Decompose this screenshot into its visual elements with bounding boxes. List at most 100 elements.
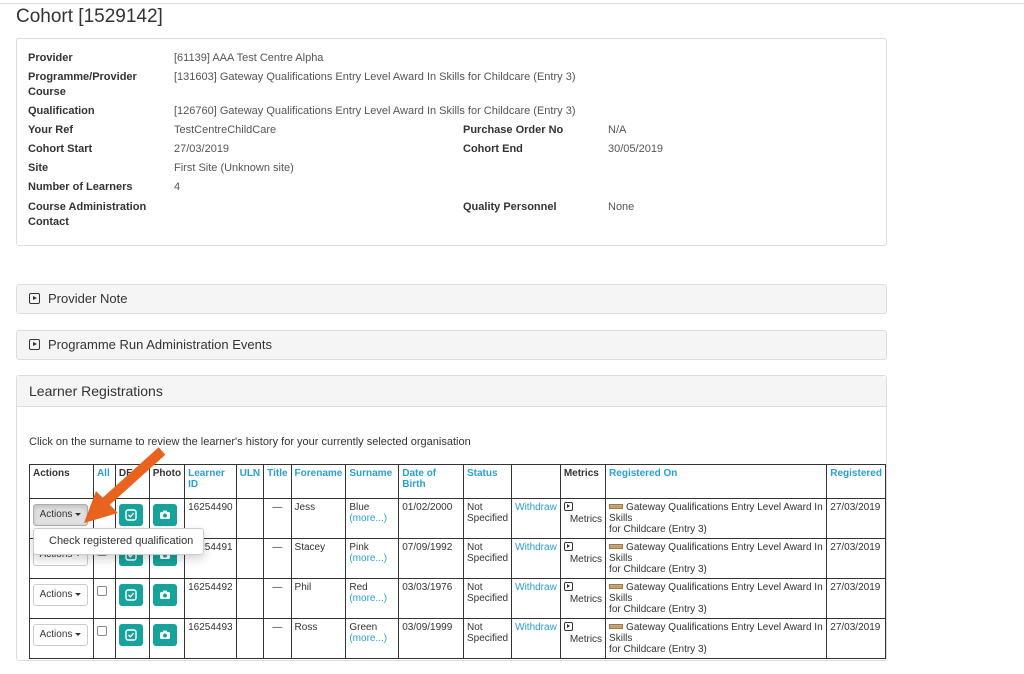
col-uln[interactable]: ULN xyxy=(235,464,265,499)
purchase-order-label: Purchase Order No xyxy=(463,124,564,136)
qualification-value: [126760] Gateway Qualifications Entry Le… xyxy=(174,105,576,117)
withdraw-link[interactable]: Withdraw xyxy=(515,542,557,553)
surname-link[interactable]: Blue xyxy=(349,502,369,513)
status-line2: Specified xyxy=(466,513,509,524)
uln xyxy=(235,618,265,659)
status-line1: Not xyxy=(466,502,483,513)
expand-icon xyxy=(29,293,40,304)
status-line1: Not xyxy=(466,542,483,553)
programme-label: Programme/Provider Course xyxy=(28,70,137,100)
flag-icon xyxy=(609,624,624,629)
data-entry-button[interactable] xyxy=(118,624,143,646)
programme-label-line1: Programme/Provider xyxy=(28,71,137,83)
metrics-icon[interactable] xyxy=(563,542,573,551)
metrics-label[interactable]: Metrics xyxy=(570,554,602,565)
select-cell xyxy=(92,578,116,619)
actions-label: Actions xyxy=(39,589,73,600)
status: Not Specified xyxy=(462,578,513,619)
withdraw-cell: Withdraw xyxy=(511,538,561,579)
title: — xyxy=(263,498,292,539)
more-link[interactable]: (more...) xyxy=(349,553,387,564)
title: — xyxy=(263,538,292,579)
status-line2: Specified xyxy=(466,593,509,604)
cohort-start-value: 27/03/2019 xyxy=(174,143,230,155)
forename: Phil xyxy=(290,578,347,619)
admin-contact-label-line2: Contact xyxy=(28,216,69,228)
provider-note-panel[interactable]: Provider Note xyxy=(16,284,887,314)
check-registered-qualification-item[interactable]: Check registered qualification xyxy=(49,535,193,547)
col-registered[interactable]: Registered xyxy=(826,464,886,499)
row-checkbox[interactable] xyxy=(96,586,107,596)
forename: Jess xyxy=(290,498,347,539)
registered-date: 27/03/2019 xyxy=(826,618,886,659)
registered-on: Gateway Qualifications Entry Level Award… xyxy=(605,578,828,619)
cohort-end-value: 30/05/2019 xyxy=(608,143,664,155)
withdraw-link[interactable]: Withdraw xyxy=(515,582,557,593)
title: — xyxy=(263,618,292,659)
more-link[interactable]: (more...) xyxy=(349,593,387,604)
your-ref-label: Your Ref xyxy=(28,124,74,136)
flag-icon xyxy=(609,544,624,549)
caret-down-icon xyxy=(75,593,82,596)
metrics-icon[interactable] xyxy=(563,582,573,591)
surname-link[interactable]: Red xyxy=(349,582,367,593)
col-registered-on[interactable]: Registered On xyxy=(605,464,828,499)
forename: Stacey xyxy=(290,538,347,579)
col-status[interactable]: Status xyxy=(462,464,513,499)
status: Not Specified xyxy=(462,538,513,579)
date-of-birth: 01/02/2000 xyxy=(398,498,464,539)
metrics-cell: Metrics xyxy=(559,618,607,659)
metrics-label[interactable]: Metrics xyxy=(570,634,602,645)
de-cell xyxy=(114,578,150,619)
expand-icon xyxy=(29,339,40,350)
withdraw-link[interactable]: Withdraw xyxy=(515,622,557,633)
more-link[interactable]: (more...) xyxy=(349,513,387,524)
uln xyxy=(235,498,265,539)
forename: Ross xyxy=(290,618,347,659)
metrics-label[interactable]: Metrics xyxy=(570,514,602,525)
actions-button[interactable]: Actions xyxy=(33,624,88,646)
flag-icon xyxy=(609,584,624,589)
data-entry-button[interactable] xyxy=(118,584,143,606)
surname-link[interactable]: Green xyxy=(349,622,377,633)
uln xyxy=(235,538,265,579)
metrics-icon[interactable] xyxy=(563,622,573,631)
status: Not Specified xyxy=(462,618,513,659)
admin-events-panel[interactable]: Programme Run Administration Events xyxy=(16,330,887,360)
learner-registrations-title: Learner Registrations xyxy=(17,376,886,407)
photo-cell xyxy=(148,578,186,619)
site-label: Site xyxy=(28,162,49,174)
metrics-icon[interactable] xyxy=(563,502,573,511)
registered-date: 27/03/2019 xyxy=(826,578,886,619)
photo-button[interactable] xyxy=(152,624,177,646)
provider-label: Provider xyxy=(28,52,73,64)
surname-link[interactable]: Pink xyxy=(349,542,368,553)
registered-on-line1: Gateway Qualifications Entry Level Award… xyxy=(609,502,823,524)
annotation-arrow-icon xyxy=(84,447,166,523)
registered-on: Gateway Qualifications Entry Level Award… xyxy=(605,618,828,659)
col-surname[interactable]: Surname xyxy=(345,464,400,499)
title: — xyxy=(263,578,292,619)
actions-button[interactable]: Actions xyxy=(33,584,88,606)
row-checkbox[interactable] xyxy=(96,626,107,636)
col-dob[interactable]: Date of Birth xyxy=(398,464,464,499)
page-title: Cohort [1529142] xyxy=(16,6,163,27)
registered-date: 27/03/2019 xyxy=(826,538,886,579)
col-learner-id[interactable]: Learner ID xyxy=(184,464,237,499)
col-forename[interactable]: Forename xyxy=(290,464,347,499)
metrics-label[interactable]: Metrics xyxy=(570,594,602,605)
photo-button[interactable] xyxy=(152,584,177,606)
withdraw-link[interactable]: Withdraw xyxy=(515,502,557,513)
more-link[interactable]: (more...) xyxy=(349,633,387,644)
admin-contact-label: Course Administration Contact xyxy=(28,200,146,230)
col-title[interactable]: Title xyxy=(263,464,292,499)
learner-id: 16254493 xyxy=(184,618,237,659)
caret-down-icon xyxy=(75,633,82,636)
programme-label-line2: Course xyxy=(28,86,66,98)
learner-id: 16254492 xyxy=(184,578,237,619)
status-line2: Specified xyxy=(466,633,509,644)
quality-personnel-value: None xyxy=(608,201,635,213)
table-row: Actions 16254492— Phil Red (more...) 03/03/19… xyxy=(29,578,886,619)
surname-cell: Green (more...) xyxy=(345,618,400,659)
registered-on-line2: for Childcare (Entry 3) xyxy=(609,524,707,535)
